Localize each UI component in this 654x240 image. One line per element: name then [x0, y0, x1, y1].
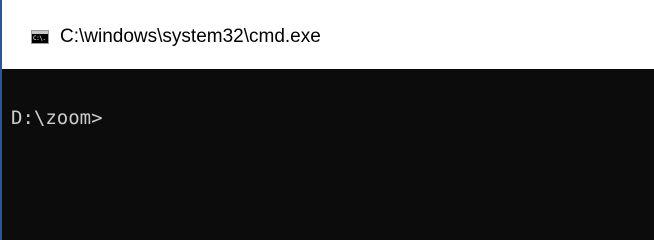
window-title: C:\windows\system32\cmd.exe [60, 26, 321, 47]
icon-title-strip [32, 31, 48, 34]
title-bar[interactable]: C:\. C:\windows\system32\cmd.exe [2, 0, 654, 69]
cmd-console-icon[interactable]: C:\. [31, 30, 49, 44]
command-prompt: D:\zoom> [11, 107, 103, 129]
cmd-window: C:\. C:\windows\system32\cmd.exe D:\zoom… [0, 0, 654, 240]
console-area[interactable]: D:\zoom> [2, 69, 654, 240]
icon-label: C:\. [33, 35, 46, 42]
